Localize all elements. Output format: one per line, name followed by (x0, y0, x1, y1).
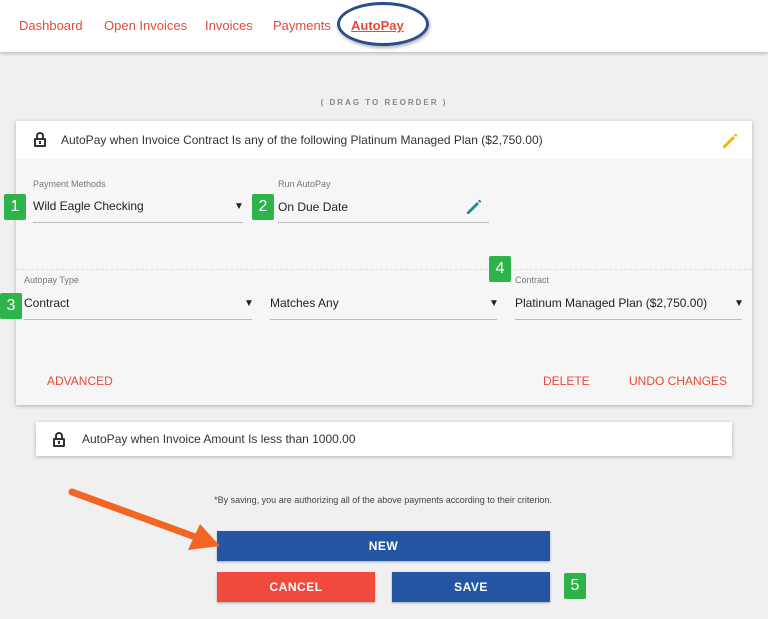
cancel-button[interactable]: CANCEL (217, 572, 375, 602)
run-autopay-field[interactable]: Run AutoPay On Due Date (278, 179, 489, 225)
save-button[interactable]: SAVE (392, 572, 550, 602)
advanced-button[interactable]: ADVANCED (47, 374, 113, 388)
payment-methods-label: Payment Methods (33, 179, 106, 189)
nav-payments[interactable]: Payments (273, 18, 331, 33)
step-badge-3: 3 (0, 293, 22, 319)
rule-title: AutoPay when Invoice Contract Is any of … (61, 133, 543, 147)
match-mode-value: Matches Any (270, 296, 339, 310)
caret-down-icon: ▼ (234, 201, 244, 212)
contract-label: Contract (515, 275, 550, 285)
pencil-icon[interactable] (464, 197, 484, 217)
drag-hint: ( DRAG TO REORDER ) (320, 98, 448, 107)
caret-down-icon: ▼ (734, 298, 744, 309)
autopay-type-select[interactable]: Autopay Type Contract ▼ (24, 275, 254, 321)
disclaimer-text: *By saving, you are authorizing all of t… (214, 495, 552, 505)
delete-button[interactable]: DELETE (543, 374, 590, 388)
autopay-type-label: Autopay Type (24, 275, 79, 285)
pencil-icon[interactable] (720, 131, 740, 151)
payment-method-select[interactable]: Payment Methods Wild Eagle Checking ▼ (33, 179, 244, 225)
lock-icon (34, 132, 46, 147)
top-nav: Dashboard Open Invoices Invoices Payment… (0, 0, 768, 52)
arrow-annotation (68, 488, 220, 550)
run-autopay-value: On Due Date (278, 200, 349, 214)
nav-dashboard[interactable]: Dashboard (19, 18, 83, 33)
step-badge-2: 2 (252, 194, 274, 220)
undo-changes-button[interactable]: UNDO CHANGES (629, 374, 727, 388)
caret-down-icon: ▼ (244, 298, 254, 309)
autopay-rule-card-collapsed[interactable]: AutoPay when Invoice Amount Is less than… (36, 422, 732, 456)
caret-down-icon: ▼ (489, 298, 499, 309)
lock-icon (53, 432, 65, 447)
divider (16, 269, 752, 270)
new-button[interactable]: NEW (217, 531, 550, 561)
contract-select[interactable]: Contract Platinum Managed Plan ($2,750.0… (515, 275, 744, 321)
contract-value: Platinum Managed Plan ($2,750.00) (515, 296, 708, 310)
step-badge-4: 4 (489, 256, 511, 282)
step-badge-5: 5 (564, 573, 586, 599)
payment-methods-value: Wild Eagle Checking (33, 199, 144, 213)
rule-header[interactable]: AutoPay when Invoice Contract Is any of … (16, 121, 752, 159)
autopay-type-value: Contract (24, 296, 70, 310)
nav-autopay[interactable]: AutoPay (351, 18, 404, 33)
nav-open-invoices[interactable]: Open Invoices (104, 18, 187, 33)
autopay-rule-card[interactable]: AutoPay when Invoice Contract Is any of … (16, 121, 752, 405)
rule-title: AutoPay when Invoice Amount Is less than… (82, 432, 356, 446)
match-mode-select[interactable]: Matches Any ▼ (270, 275, 499, 321)
run-autopay-label: Run AutoPay (278, 179, 331, 189)
nav-invoices[interactable]: Invoices (205, 18, 253, 33)
step-badge-1: 1 (4, 194, 26, 220)
